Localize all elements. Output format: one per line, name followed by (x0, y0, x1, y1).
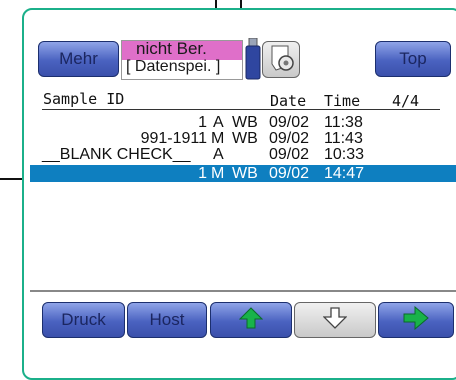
row-date: 09/02 (269, 165, 310, 182)
scroll-down-button[interactable] (294, 302, 376, 338)
arrow-up-icon (238, 306, 264, 335)
row-type: WB (232, 165, 258, 182)
header-divider (42, 109, 440, 110)
column-sample-id: Sample ID (43, 90, 125, 108)
row-mode: M (211, 165, 225, 182)
row-time: 11:43 (324, 130, 363, 147)
status-text: nicht Ber. (136, 39, 207, 58)
row-mode: A (213, 114, 224, 131)
row-mode: M (211, 130, 225, 147)
print-button[interactable]: Druck (42, 302, 125, 338)
more-button[interactable]: Mehr (38, 41, 119, 77)
row-sample-id: 1 (198, 114, 207, 131)
status-panel: nicht Ber. [ Datenspei. ] (121, 39, 243, 80)
host-button[interactable]: Host (127, 302, 207, 338)
row-type: WB (232, 130, 258, 147)
next-page-button[interactable] (378, 302, 454, 338)
page-indicator: 4/4 (392, 92, 420, 110)
data-storage-text: [ Datenspei. ] (126, 58, 221, 75)
column-time: Time (324, 92, 361, 110)
scroll-up-button[interactable] (210, 302, 292, 338)
toolbar-divider (30, 290, 456, 292)
host-button-label: Host (149, 310, 185, 329)
row-type: WB (232, 114, 258, 131)
arrow-right-icon (403, 305, 429, 335)
printer-paper-roll-icon (266, 42, 296, 77)
row-sample-id: 991-1911 (140, 130, 207, 147)
row-mode: A (213, 146, 224, 163)
row-sample-id: 1 (198, 165, 207, 182)
row-date: 09/02 (269, 114, 310, 131)
row-time: 14:47 (324, 165, 365, 182)
print-button-label: Druck (61, 310, 106, 329)
top-button-label: Top (399, 49, 427, 68)
more-button-label: Mehr (59, 49, 98, 68)
row-time: 11:38 (324, 114, 363, 131)
column-date: Date (270, 92, 307, 110)
arrow-down-icon (322, 306, 348, 335)
row-sample-id: __BLANK CHECK__ (42, 146, 191, 163)
row-date: 09/02 (269, 146, 310, 163)
top-button[interactable]: Top (375, 41, 451, 77)
row-time: 10:33 (324, 146, 365, 163)
row-date: 09/02 (269, 130, 310, 147)
usb-stick-icon (245, 37, 261, 80)
printer-button[interactable] (262, 41, 300, 78)
